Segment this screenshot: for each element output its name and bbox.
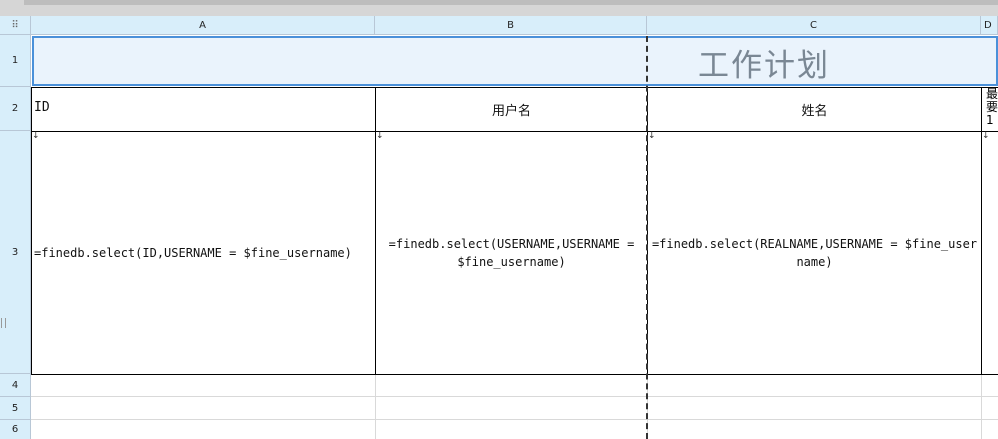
formula-cell-id[interactable]: =finedb.select(ID,USERNAME = $fine_usern… xyxy=(31,131,376,375)
gridline xyxy=(31,419,998,420)
row-header-1[interactable]: 1 xyxy=(0,35,31,87)
expand-down-icon: ↓ xyxy=(648,131,656,141)
gridline xyxy=(375,374,376,439)
row-header-3[interactable]: 3 xyxy=(0,131,31,374)
select-all-corner[interactable]: ⠿ xyxy=(0,16,31,35)
expand-down-icon: ↓ xyxy=(982,131,990,141)
formula-name-text: =finedb.select(REALNAME,USERNAME = $fine… xyxy=(651,237,978,269)
formula-cell-name[interactable]: =finedb.select(REALNAME,USERNAME = $fine… xyxy=(647,131,982,375)
grip-icon: ⠿ xyxy=(11,19,19,31)
row-header-6[interactable]: 6 xyxy=(0,420,31,439)
row-header-4[interactable]: 4 xyxy=(0,374,31,397)
formula-username-text: =finedb.select(USERNAME,USERNAME = $fine… xyxy=(388,237,635,269)
formula-cell-username[interactable]: =finedb.select(USERNAME,USERNAME = $fine… xyxy=(375,131,648,375)
resize-grip-icon[interactable] xyxy=(1,318,6,328)
expand-down-icon: ↓ xyxy=(376,131,384,141)
header-cell-id[interactable]: ID xyxy=(31,87,376,132)
column-header-a[interactable]: A xyxy=(31,16,375,35)
horizontal-scroll-track[interactable] xyxy=(24,0,998,5)
header-username-label: 用户名 xyxy=(491,104,531,119)
column-header-d[interactable]: D xyxy=(981,16,998,35)
page-break-line xyxy=(646,36,648,439)
gridline xyxy=(981,374,982,439)
expand-down-icon: ↓ xyxy=(32,131,40,141)
formula-cell-d-partial[interactable] xyxy=(981,131,998,375)
header-name-label: 姓名 xyxy=(801,104,828,119)
report-title: 工作计划 xyxy=(698,48,830,84)
row-header-2[interactable]: 2 xyxy=(0,87,31,131)
column-header-c[interactable]: C xyxy=(647,16,981,35)
header-d-label: 最要1 xyxy=(986,87,998,127)
header-id-label: ID xyxy=(34,100,50,115)
column-header-b[interactable]: B xyxy=(375,16,647,35)
gridline xyxy=(31,396,998,397)
header-cell-d-partial[interactable]: 最要1 xyxy=(981,87,998,132)
header-cell-username[interactable]: 用户名 xyxy=(375,87,648,132)
header-cell-name[interactable]: 姓名 xyxy=(647,87,982,132)
formula-id-text: =finedb.select(ID,USERNAME = $fine_usern… xyxy=(34,246,352,260)
top-toolbar-strip xyxy=(0,0,998,17)
row-header-5[interactable]: 5 xyxy=(0,397,31,420)
title-cell[interactable] xyxy=(32,36,998,86)
